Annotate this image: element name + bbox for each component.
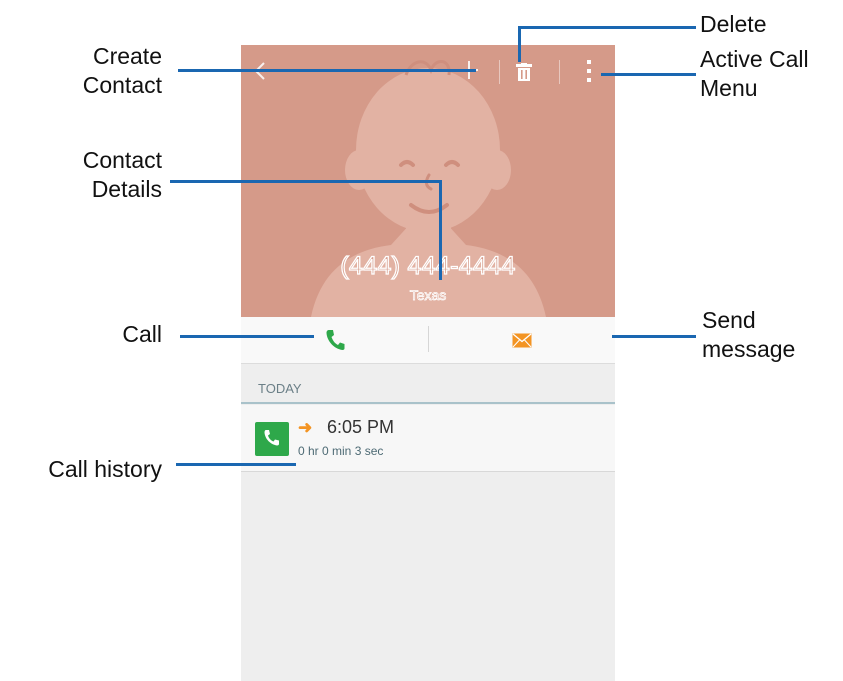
leader-line-contact-details — [439, 180, 442, 280]
phone-icon — [326, 330, 344, 350]
callout-call-history: Call history — [48, 456, 162, 482]
leader-line-call — [180, 335, 314, 338]
phone-icon — [264, 430, 279, 446]
leader-line-delete — [518, 26, 521, 62]
phone-screen: (444) 444-4444 Texas TODAY ➜ 6:05 PM 0 h… — [241, 45, 615, 681]
call-duration: 0 hr 0 min 3 sec — [298, 444, 384, 458]
outgoing-arrow-icon: ➜ — [298, 418, 313, 437]
callout-send-message: Send message — [702, 307, 796, 362]
callout-active-call-menu: Active Call Menu — [700, 46, 809, 101]
history-section-label: TODAY — [258, 381, 302, 396]
callout-call: Call — [122, 321, 162, 347]
send-message-button[interactable] — [428, 317, 615, 363]
action-bar — [241, 45, 615, 101]
callout-create-contact: Create Contact — [82, 43, 162, 98]
leader-line-contact-details — [170, 180, 442, 183]
more-vert-icon — [587, 60, 591, 82]
contact-phone-number: (444) 444-4444 — [340, 251, 516, 280]
action-bar-divider — [559, 60, 560, 84]
history-section-header: TODAY — [241, 378, 615, 404]
back-button[interactable] — [253, 60, 267, 86]
contact-actions-bar — [241, 317, 615, 364]
call-history-item[interactable]: ➜ 6:05 PM 0 hr 0 min 3 sec — [241, 405, 615, 472]
call-time: 6:05 PM — [327, 417, 395, 437]
contact-location: Texas — [409, 287, 447, 304]
leader-line-call-history — [176, 463, 296, 466]
trash-icon — [516, 63, 532, 81]
call-type-icon — [255, 422, 289, 456]
more-options-button[interactable] — [586, 59, 592, 88]
callout-delete: Delete — [700, 11, 767, 37]
call-button[interactable] — [241, 317, 428, 363]
leader-line-create-contact — [178, 69, 476, 72]
action-bar-divider — [499, 60, 500, 84]
envelope-icon — [512, 333, 531, 347]
create-contact-button[interactable] — [458, 59, 480, 85]
callout-contact-details: Contact Details — [82, 147, 162, 202]
leader-line-send-message — [612, 335, 696, 338]
leader-line-delete — [518, 26, 696, 29]
delete-button[interactable] — [516, 63, 532, 86]
leader-line-active-call-menu — [601, 73, 696, 76]
